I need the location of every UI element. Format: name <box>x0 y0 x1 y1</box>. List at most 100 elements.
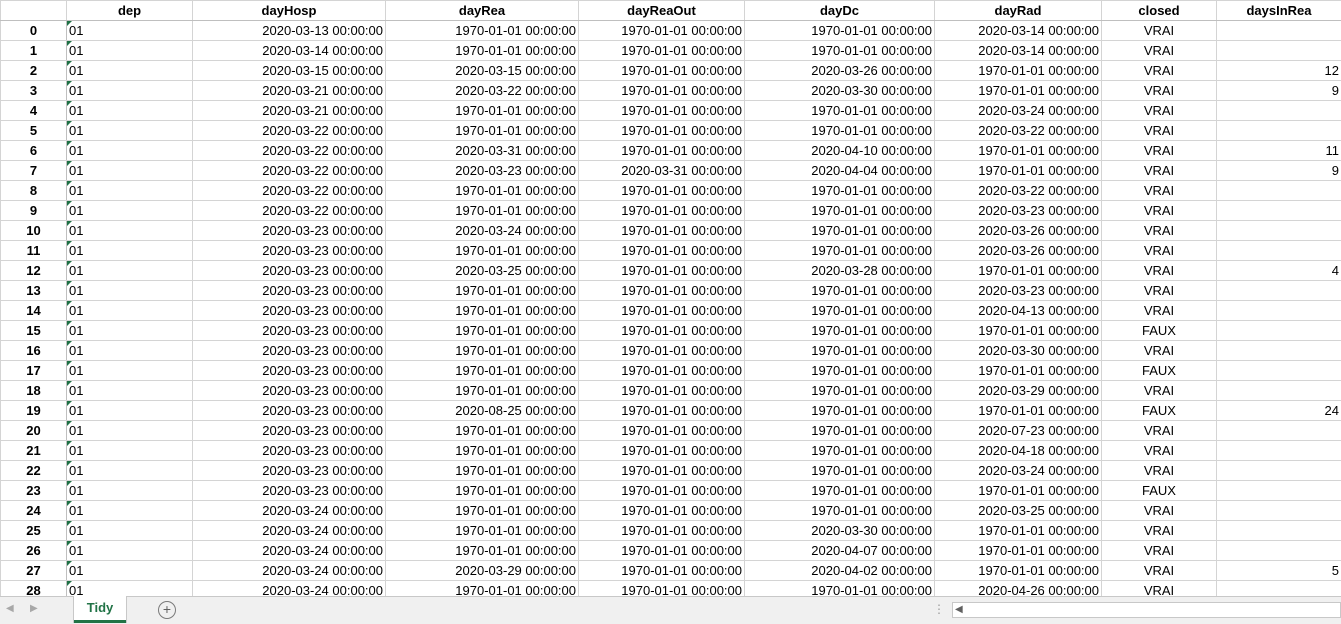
cell-dayHosp[interactable]: 2020-03-24 00:00:00 <box>192 560 386 581</box>
cell-dayReaOut[interactable]: 1970-01-01 00:00:00 <box>578 220 745 241</box>
row-header[interactable]: 5 <box>0 120 67 141</box>
cell-dayRea[interactable]: 1970-01-01 00:00:00 <box>385 320 579 341</box>
cell-daysInRea[interactable] <box>1216 440 1341 461</box>
cell-dayDc[interactable]: 2020-03-30 00:00:00 <box>744 80 935 101</box>
cell-daysInRea[interactable] <box>1216 200 1341 221</box>
scroll-left-icon[interactable]: ◀ <box>955 604 963 615</box>
cell-dayDc[interactable]: 1970-01-01 00:00:00 <box>744 240 935 261</box>
cell-dep[interactable]: 01 <box>66 440 193 461</box>
cell-dayRad[interactable]: 2020-03-22 00:00:00 <box>934 120 1102 141</box>
cell-dayRea[interactable]: 1970-01-01 00:00:00 <box>385 200 579 221</box>
cell-closed[interactable]: VRAI <box>1101 160 1217 181</box>
cell-dayDc[interactable]: 2020-03-26 00:00:00 <box>744 60 935 81</box>
cell-dayHosp[interactable]: 2020-03-22 00:00:00 <box>192 180 386 201</box>
cell-dayRad[interactable]: 1970-01-01 00:00:00 <box>934 260 1102 281</box>
cell-daysInRea[interactable] <box>1216 120 1341 141</box>
cell-closed[interactable]: VRAI <box>1101 520 1217 541</box>
cell-dayHosp[interactable]: 2020-03-23 00:00:00 <box>192 260 386 281</box>
cell-closed[interactable]: VRAI <box>1101 260 1217 281</box>
cell-dayDc[interactable]: 2020-03-28 00:00:00 <box>744 260 935 281</box>
cell-closed[interactable]: VRAI <box>1101 440 1217 461</box>
cell-dayReaOut[interactable]: 1970-01-01 00:00:00 <box>578 40 745 61</box>
cell-dep[interactable]: 01 <box>66 80 193 101</box>
row-header[interactable]: 18 <box>0 380 67 401</box>
chevron-left-icon[interactable]: ◀ <box>6 603 14 614</box>
cell-dayDc[interactable]: 2020-04-07 00:00:00 <box>744 540 935 561</box>
cell-dep[interactable]: 01 <box>66 220 193 241</box>
cell-dayRea[interactable]: 1970-01-01 00:00:00 <box>385 540 579 561</box>
row-header[interactable]: 20 <box>0 420 67 441</box>
cell-dayHosp[interactable]: 2020-03-24 00:00:00 <box>192 500 386 521</box>
cell-closed[interactable]: VRAI <box>1101 80 1217 101</box>
cell-daysInRea[interactable] <box>1216 240 1341 261</box>
cell-closed[interactable]: VRAI <box>1101 120 1217 141</box>
cell-daysInRea[interactable] <box>1216 580 1341 596</box>
cell-dayRea[interactable]: 1970-01-01 00:00:00 <box>385 180 579 201</box>
cell-closed[interactable]: VRAI <box>1101 140 1217 161</box>
cell-dayRad[interactable]: 2020-04-13 00:00:00 <box>934 300 1102 321</box>
column-header-dayRad[interactable]: dayRad <box>934 0 1102 21</box>
row-header[interactable]: 24 <box>0 500 67 521</box>
cell-closed[interactable]: VRAI <box>1101 560 1217 581</box>
spreadsheet-grid[interactable]: dep dayHosp dayRea dayReaOut dayDc dayRa… <box>0 0 1341 596</box>
cell-dayDc[interactable]: 1970-01-01 00:00:00 <box>744 440 935 461</box>
row-header[interactable]: 9 <box>0 200 67 221</box>
cell-dayRad[interactable]: 1970-01-01 00:00:00 <box>934 480 1102 501</box>
cell-closed[interactable]: VRAI <box>1101 540 1217 561</box>
cell-dayReaOut[interactable]: 1970-01-01 00:00:00 <box>578 380 745 401</box>
cell-dayRea[interactable]: 1970-01-01 00:00:00 <box>385 580 579 596</box>
cell-dayRea[interactable]: 2020-03-25 00:00:00 <box>385 260 579 281</box>
cell-dayRea[interactable]: 1970-01-01 00:00:00 <box>385 440 579 461</box>
column-header-dayReaOut[interactable]: dayReaOut <box>578 0 745 21</box>
cell-dayRea[interactable]: 1970-01-01 00:00:00 <box>385 360 579 381</box>
cell-daysInRea[interactable] <box>1216 40 1341 61</box>
cell-dayDc[interactable]: 1970-01-01 00:00:00 <box>744 580 935 596</box>
cell-dayHosp[interactable]: 2020-03-22 00:00:00 <box>192 140 386 161</box>
cell-dayRad[interactable]: 2020-03-23 00:00:00 <box>934 200 1102 221</box>
cell-dayRea[interactable]: 1970-01-01 00:00:00 <box>385 460 579 481</box>
cell-dep[interactable]: 01 <box>66 500 193 521</box>
cell-dayReaOut[interactable]: 1970-01-01 00:00:00 <box>578 280 745 301</box>
cell-dayDc[interactable]: 1970-01-01 00:00:00 <box>744 100 935 121</box>
cell-dayRea[interactable]: 2020-08-25 00:00:00 <box>385 400 579 421</box>
cell-dayRad[interactable]: 2020-03-26 00:00:00 <box>934 220 1102 241</box>
cell-dayDc[interactable]: 1970-01-01 00:00:00 <box>744 300 935 321</box>
row-header[interactable]: 22 <box>0 460 67 481</box>
cell-dayReaOut[interactable]: 1970-01-01 00:00:00 <box>578 240 745 261</box>
cell-dayReaOut[interactable]: 1970-01-01 00:00:00 <box>578 460 745 481</box>
cell-dayRad[interactable]: 1970-01-01 00:00:00 <box>934 320 1102 341</box>
cell-daysInRea[interactable]: 11 <box>1216 140 1341 161</box>
cell-closed[interactable]: VRAI <box>1101 100 1217 121</box>
cell-dayRea[interactable]: 1970-01-01 00:00:00 <box>385 300 579 321</box>
cell-dayReaOut[interactable]: 1970-01-01 00:00:00 <box>578 400 745 421</box>
cell-dayReaOut[interactable]: 1970-01-01 00:00:00 <box>578 480 745 501</box>
cell-dayReaOut[interactable]: 1970-01-01 00:00:00 <box>578 320 745 341</box>
cell-dayReaOut[interactable]: 1970-01-01 00:00:00 <box>578 560 745 581</box>
cell-dayHosp[interactable]: 2020-03-23 00:00:00 <box>192 340 386 361</box>
cell-dayRea[interactable]: 2020-03-15 00:00:00 <box>385 60 579 81</box>
cell-dayDc[interactable]: 2020-04-10 00:00:00 <box>744 140 935 161</box>
cell-closed[interactable]: VRAI <box>1101 340 1217 361</box>
cell-dayReaOut[interactable]: 1970-01-01 00:00:00 <box>578 580 745 596</box>
cell-dayRad[interactable]: 1970-01-01 00:00:00 <box>934 560 1102 581</box>
row-header[interactable]: 14 <box>0 300 67 321</box>
cell-dayHosp[interactable]: 2020-03-15 00:00:00 <box>192 60 386 81</box>
cell-dayRad[interactable]: 2020-03-23 00:00:00 <box>934 280 1102 301</box>
cell-dayDc[interactable]: 1970-01-01 00:00:00 <box>744 180 935 201</box>
cell-closed[interactable]: VRAI <box>1101 380 1217 401</box>
cell-dayRea[interactable]: 1970-01-01 00:00:00 <box>385 420 579 441</box>
cell-dayHosp[interactable]: 2020-03-23 00:00:00 <box>192 280 386 301</box>
row-header[interactable]: 2 <box>0 60 67 81</box>
cell-daysInRea[interactable]: 4 <box>1216 260 1341 281</box>
row-header[interactable]: 7 <box>0 160 67 181</box>
cell-dep[interactable]: 01 <box>66 520 193 541</box>
row-header[interactable]: 3 <box>0 80 67 101</box>
column-header-dayHosp[interactable]: dayHosp <box>192 0 386 21</box>
row-header[interactable]: 26 <box>0 540 67 561</box>
cell-daysInRea[interactable] <box>1216 420 1341 441</box>
cell-dep[interactable]: 01 <box>66 240 193 261</box>
cell-dayDc[interactable]: 1970-01-01 00:00:00 <box>744 420 935 441</box>
row-header[interactable]: 28 <box>0 580 67 596</box>
cell-closed[interactable]: VRAI <box>1101 420 1217 441</box>
cell-dep[interactable]: 01 <box>66 280 193 301</box>
